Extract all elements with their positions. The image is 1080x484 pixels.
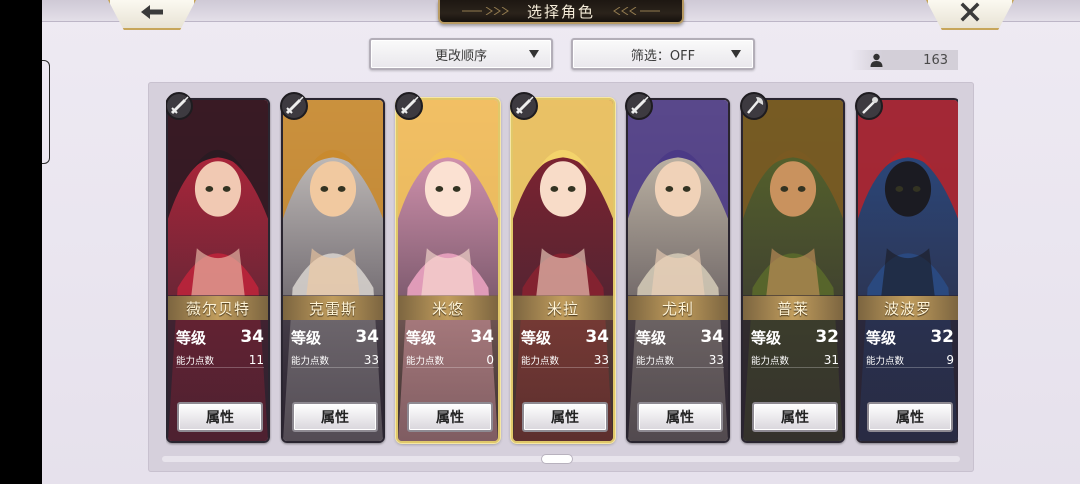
level-value: 34	[470, 327, 494, 347]
sword-icon	[509, 91, 539, 121]
close-button[interactable]	[926, 0, 1014, 30]
character-name: 普莱	[743, 296, 843, 320]
level-label: 等级	[521, 328, 552, 347]
unit-count-badge: 163	[850, 50, 958, 70]
scrollbar-thumb[interactable]	[541, 454, 573, 464]
attributes-button[interactable]: 属性	[637, 402, 723, 432]
character-card[interactable]: 波波罗等级 32 能力点数 9 属性	[856, 98, 958, 443]
level-row: 等级 34	[636, 326, 724, 348]
character-name: 米悠	[398, 296, 498, 320]
ornament-icon	[462, 7, 509, 15]
level-row: 等级 34	[521, 326, 609, 348]
attributes-button[interactable]: 属性	[752, 402, 838, 432]
level-value: 32	[930, 327, 954, 347]
ability-points-row: 能力点数 31	[751, 352, 839, 368]
level-row: 等级 34	[176, 326, 264, 348]
level-value: 34	[585, 327, 609, 347]
character-name: 波波罗	[858, 296, 958, 320]
level-value: 34	[700, 327, 724, 347]
ability-points-label: 能力点数	[751, 355, 790, 367]
attributes-button[interactable]: 属性	[407, 402, 493, 432]
level-label: 等级	[751, 328, 782, 347]
attributes-button[interactable]: 属性	[292, 402, 378, 432]
attributes-button[interactable]: 属性	[177, 402, 263, 432]
back-button[interactable]	[108, 0, 196, 30]
level-row: 等级 32	[751, 326, 839, 348]
level-value: 34	[355, 327, 379, 347]
ability-points-value: 33	[363, 352, 379, 367]
ornament-icon	[613, 7, 660, 15]
ability-points-value: 9	[946, 352, 954, 367]
attributes-button[interactable]: 属性	[522, 402, 608, 432]
sword-icon	[166, 91, 194, 121]
level-row: 等级 34	[291, 326, 379, 348]
ability-points-label: 能力点数	[866, 355, 905, 367]
level-label: 等级	[176, 328, 207, 347]
ability-points-row: 能力点数 33	[521, 352, 609, 368]
sword-icon	[624, 91, 654, 121]
character-name: 克雷斯	[283, 296, 383, 320]
title-plate: 选择角色	[438, 0, 684, 24]
character-card[interactable]: 克雷斯等级 34 能力点数 33 属性	[281, 98, 385, 443]
axe-icon	[739, 91, 769, 121]
ability-points-value: 11	[248, 352, 264, 367]
level-label: 等级	[291, 328, 322, 347]
level-value: 32	[815, 327, 839, 347]
ability-points-value: 31	[823, 352, 839, 367]
unit-count: 163	[923, 52, 948, 68]
character-name: 米拉	[513, 296, 613, 320]
level-row: 等级 34	[406, 326, 494, 348]
sword-icon	[394, 91, 424, 121]
character-card[interactable]: 薇尔贝特等级 34 能力点数 11 属性	[166, 98, 270, 443]
character-name: 尤利	[628, 296, 728, 320]
sword-icon	[279, 91, 309, 121]
ability-points-label: 能力点数	[636, 355, 675, 367]
level-label: 等级	[406, 328, 437, 347]
ability-points-label: 能力点数	[406, 355, 445, 367]
level-row: 等级 32	[866, 326, 954, 348]
ability-points-label: 能力点数	[176, 355, 215, 367]
level-label: 等级	[636, 328, 667, 347]
ability-points-row: 能力点数 0	[406, 352, 494, 368]
chevron-down-icon	[529, 50, 539, 58]
device-notch	[42, 60, 50, 164]
ability-points-row: 能力点数 33	[291, 352, 379, 368]
sort-dropdown[interactable]: 更改顺序	[369, 38, 553, 70]
attributes-button[interactable]: 属性	[867, 402, 953, 432]
ability-points-label: 能力点数	[291, 355, 330, 367]
close-icon	[960, 2, 980, 22]
character-card[interactable]: 米悠等级 34 能力点数 0 属性	[396, 98, 500, 443]
sort-dropdown-label: 更改顺序	[434, 48, 487, 64]
filter-dropdown[interactable]: 筛选：OFF	[571, 38, 755, 70]
page-title: 选择角色	[526, 2, 595, 21]
filter-dropdown-label: 筛选：OFF	[630, 48, 696, 64]
ability-points-value: 0	[486, 352, 494, 367]
left-arrow-icon	[141, 5, 163, 19]
chevron-down-icon	[731, 50, 741, 58]
character-card-list[interactable]: 薇尔贝特等级 34 能力点数 11 属性 克雷斯等级 34 能力点数 33 属性 米悠等级 34 能…	[166, 90, 958, 450]
character-card[interactable]: 尤利等级 34 能力点数 33 属性	[626, 98, 730, 443]
character-card[interactable]: 普莱等级 32 能力点数 31 属性	[741, 98, 845, 443]
level-label: 等级	[866, 328, 897, 347]
ability-points-value: 33	[708, 352, 724, 367]
level-value: 34	[240, 327, 264, 347]
ability-points-row: 能力点数 33	[636, 352, 724, 368]
ability-points-label: 能力点数	[521, 355, 560, 367]
character-card[interactable]: 米拉等级 34 能力点数 33 属性	[511, 98, 615, 443]
ability-points-value: 33	[593, 352, 609, 367]
character-name: 薇尔贝特	[168, 296, 268, 320]
ability-points-row: 能力点数 11	[176, 352, 264, 368]
user-icon	[870, 53, 883, 67]
game-screen: 选择角色 更改顺序 筛选：OFF 163 薇尔贝特等级 34 能力点数 11 属性 克雷…	[42, 0, 1080, 484]
ability-points-row: 能力点数 9	[866, 352, 954, 368]
staff-icon	[854, 91, 884, 121]
